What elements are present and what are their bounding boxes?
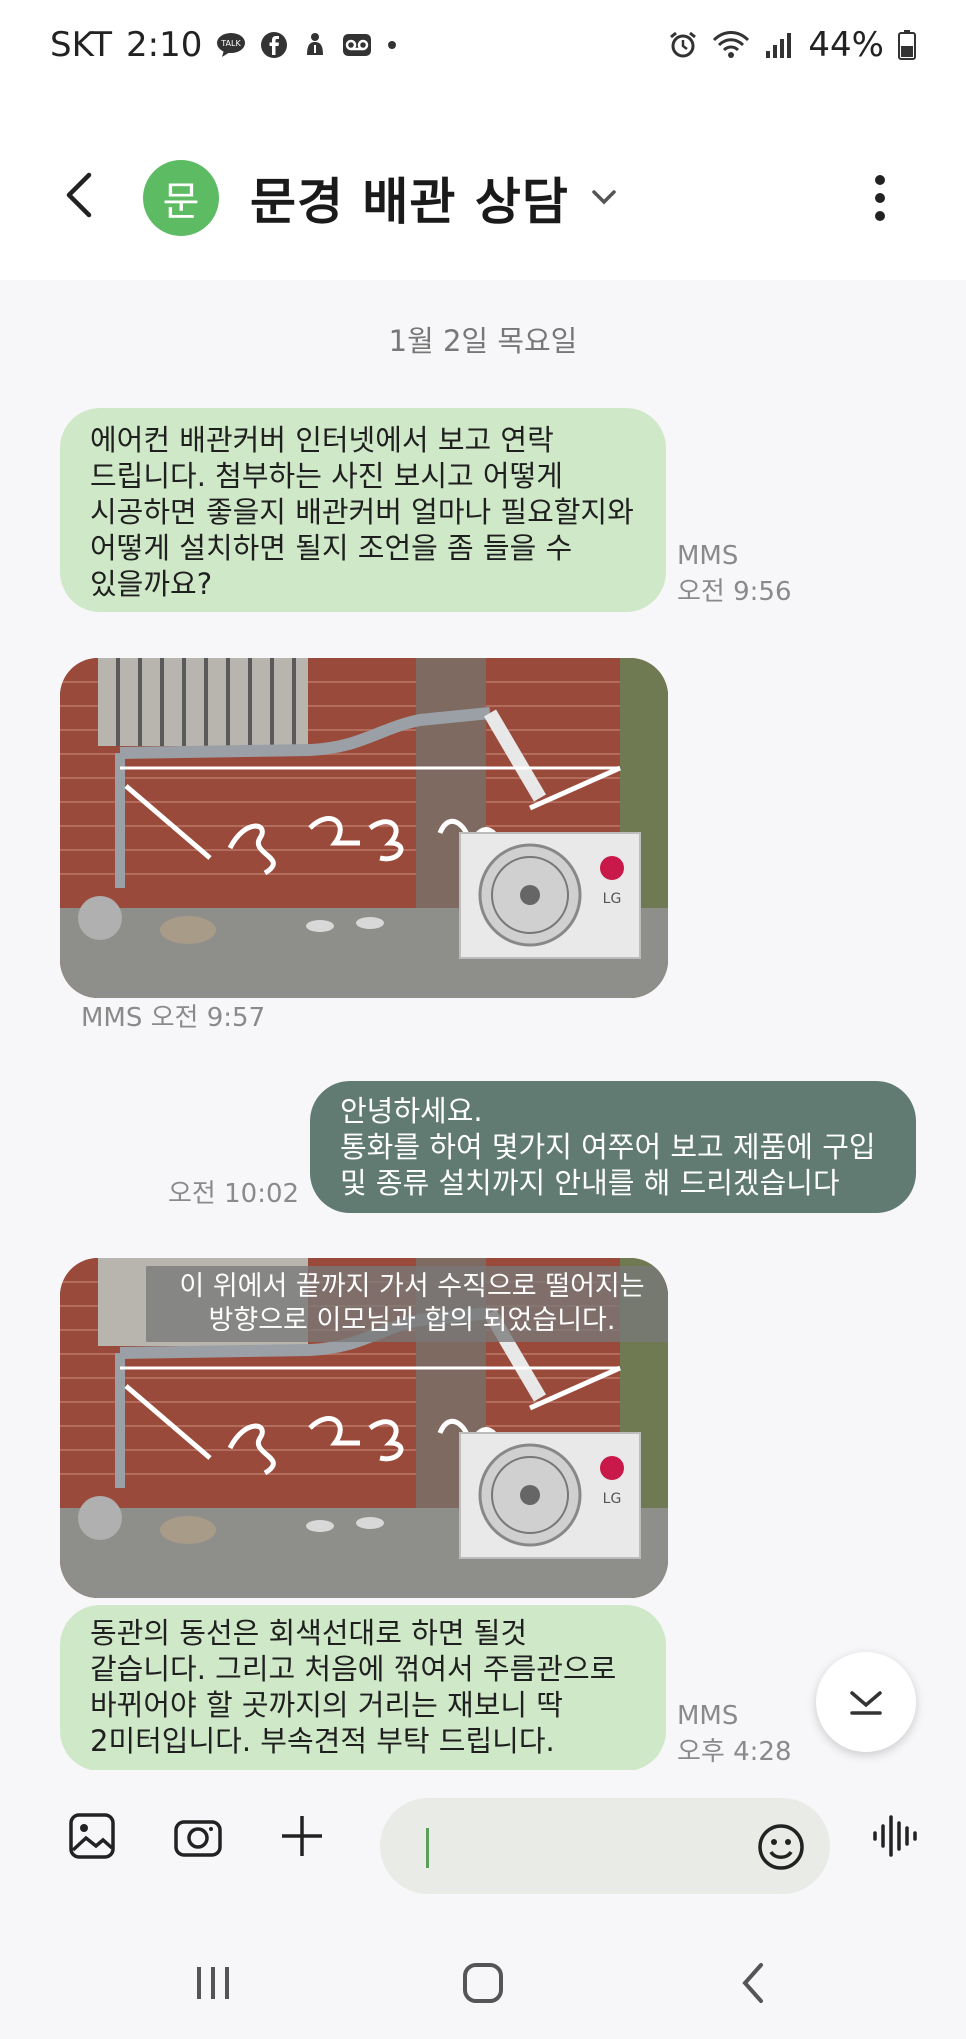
message-line: 통화를 하여 몇가지 여쭈어 보고 제품에 구입 [340,1130,876,1164]
image-caption: 이 위에서 끝까지 가서 수직으로 떨어지는 방향으로 이모님과 합의 되었습니… [146,1266,668,1342]
message-line: 에어컨 배관커버 인터넷에서 보고 연락 [90,423,554,457]
message-image[interactable]: LG 이 위에서 끝까지 가서 수직으로 떨어지는 방향으로 이모님과 합의 되… [60,1258,668,1598]
gesture-icon [302,31,328,59]
message-meta: MMS 오후 4:28 [677,1698,792,1770]
plus-icon [282,1816,322,1856]
message-timestamp: 오후 4:28 [677,1737,792,1767]
date-separator: 1월 2일 목요일 [388,324,578,358]
message-line: 있을까요? [90,567,213,601]
signal-icon [764,31,794,59]
system-back-button[interactable] [723,1958,783,2008]
add-attachment-button[interactable] [272,1806,332,1866]
conversation-header: 문 문경 배관 상담 [0,90,966,280]
avatar[interactable]: 문 [143,160,219,236]
message-line: 바뀌어야 할 곳까지의 거리는 재보니 딱 [90,1688,563,1722]
back-button[interactable] [55,165,105,225]
home-button[interactable] [453,1958,513,2008]
emoji-icon [758,1824,804,1870]
contact-name[interactable]: 문경 배관 상담 [250,162,569,234]
message-line: 같습니다. 그리고 처음에 꺾여서 주름관으로 [90,1652,617,1686]
recent-apps-icon [197,1967,229,1999]
svg-text:LG: LG [603,891,622,907]
message-line: 시공하면 좋을지 배관커버 얼마나 필요할지와 [90,495,634,529]
message-timestamp: 오전 10:02 [168,1179,300,1209]
home-icon [463,1963,503,2003]
facebook-icon [260,31,288,59]
more-options-button[interactable] [860,168,900,228]
caption-line: 방향으로 이모님과 합의 되었습니다. [208,1305,616,1336]
caption-line: 이 위에서 끝까지 가서 수직으로 떨어지는 [179,1271,645,1302]
message-type-label: MMS [677,541,739,571]
status-left: SKT 2:10 TALK [50,25,398,65]
message-line: 동관의 동선은 회색선대로 하면 될것 [90,1616,528,1650]
message-bubble-outgoing[interactable]: 안녕하세요. 통화를 하여 몇가지 여쭈어 보고 제품에 구입 및 종류 설치까… [310,1081,916,1213]
message-timestamp: 오전 9:56 [677,577,792,607]
text-cursor [426,1828,429,1868]
message-line: 드립니다. 첨부하는 사진 보시고 어떻게 [90,459,563,493]
svg-text:TALK: TALK [221,39,242,48]
voicemail-icon [342,33,372,57]
talk-icon: TALK [216,32,246,58]
chevron-left-icon [66,172,92,218]
camera-icon [174,1820,222,1857]
waveform-icon [873,1815,917,1857]
wifi-icon [712,30,750,60]
message-line: 및 종류 설치까지 안내를 해 드리겠습니다 [340,1166,840,1200]
chevron-down-icon [850,1691,882,1715]
camera-button[interactable] [168,1806,228,1866]
clock: 2:10 [126,25,203,65]
message-type-label: MMS [677,1701,739,1731]
more-vertical-icon [875,175,885,221]
status-bar: SKT 2:10 TALK 44% [0,0,966,90]
svg-text:LG: LG [603,1491,622,1507]
image-icon [69,1813,115,1859]
message-meta: MMS 오전 9:57 [81,1003,266,1033]
message-meta: MMS 오전 9:56 [677,538,792,610]
gallery-button[interactable] [62,1806,122,1866]
chevron-down-icon[interactable] [588,186,620,210]
battery-percent: 44% [808,25,884,65]
emoji-button[interactable] [756,1822,806,1872]
dot-icon [386,39,398,51]
status-right: 44% [668,25,916,65]
message-bubble-incoming[interactable]: 동관의 동선은 회색선대로 하면 될것 같습니다. 그리고 처음에 꺾여서 주름… [60,1605,666,1771]
message-line: 어떻게 설치하면 될지 조언을 좀 들을 수 [90,531,573,565]
system-nav-bar [0,1920,966,2039]
message-bubble-incoming[interactable]: 에어컨 배관커버 인터넷에서 보고 연락 드립니다. 첨부하는 사진 보시고 어… [60,408,666,612]
alarm-icon [668,30,698,60]
voice-input-button[interactable] [866,1806,926,1866]
battery-icon [898,30,916,60]
photo-illustration: LG [60,658,668,998]
message-image[interactable]: LG [60,658,668,998]
message-input[interactable] [380,1798,830,1894]
message-line: 안녕하세요. [340,1094,483,1128]
message-line: 2미터입니다. 부속견적 부탁 드립니다. [90,1724,555,1758]
carrier-label: SKT [50,25,113,65]
back-icon [742,1963,763,2003]
message-composer [0,1770,966,1920]
recent-apps-button[interactable] [183,1958,243,2008]
scroll-to-bottom-button[interactable] [816,1652,916,1752]
